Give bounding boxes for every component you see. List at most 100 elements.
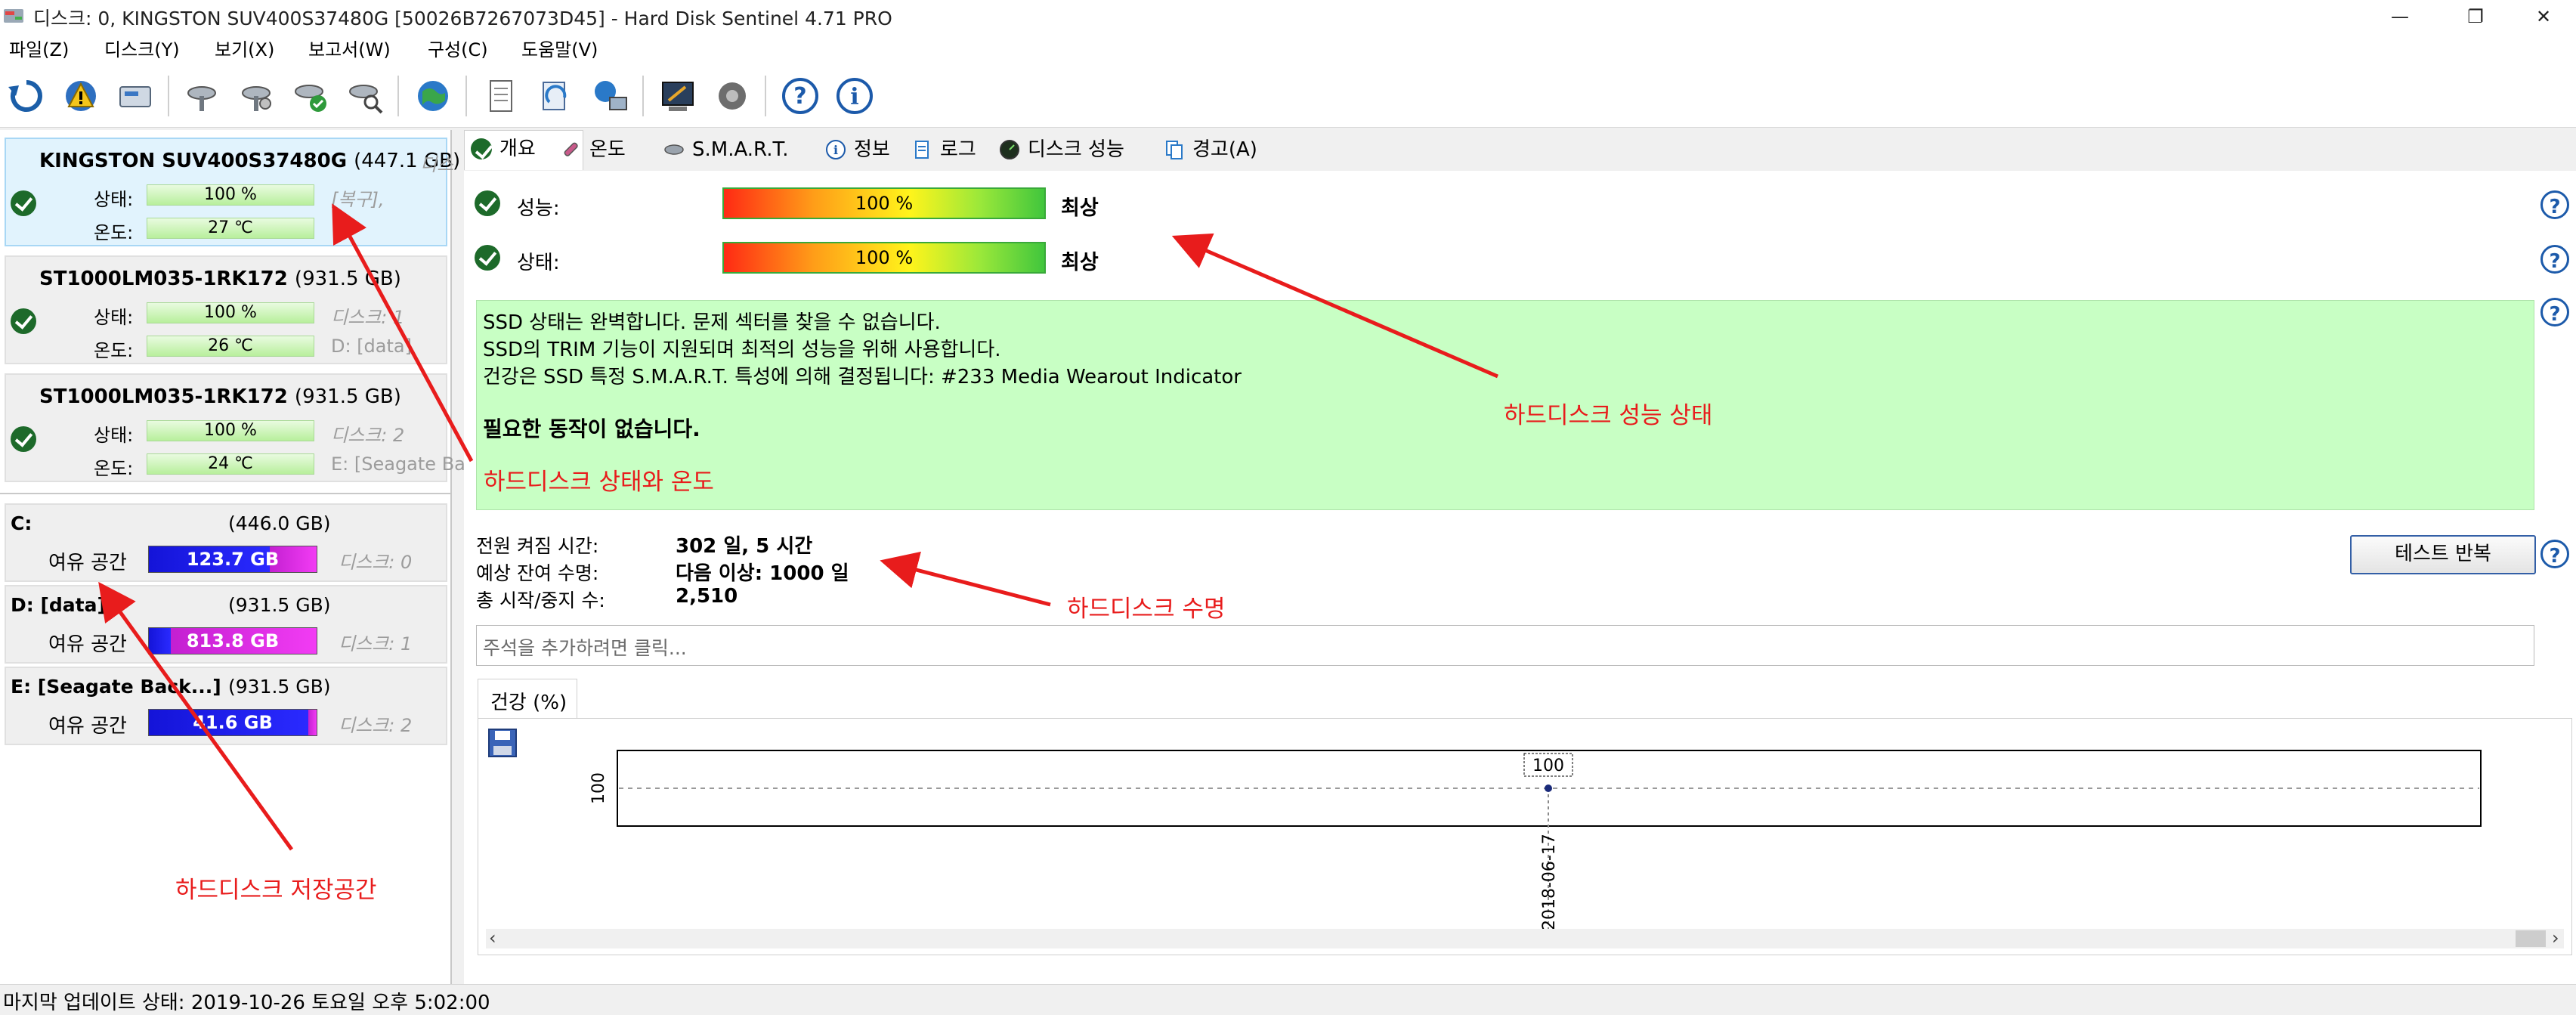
minimize-button[interactable]: — (2362, 0, 2438, 33)
sound-icon[interactable] (709, 73, 756, 119)
disk-card[interactable]: ST1000LM035-1RK172 (931.5 GB) 상태: 100 % … (5, 255, 447, 364)
settings-icon[interactable] (654, 73, 701, 119)
disk-note: 디스크: 2 (331, 425, 405, 446)
disk-name: ST1000LM035-1RK172 (39, 385, 288, 408)
repeat-test-button[interactable]: 테스트 반복 (2350, 535, 2536, 574)
volume-card[interactable]: C: (446.0 GB) 여유 공간 123.7 GB 디스크: 0 (5, 503, 447, 582)
chart-tab-health[interactable]: 건강 (%) (478, 679, 577, 719)
disk-tool-2-icon[interactable] (233, 73, 280, 119)
alert-update-icon[interactable] (57, 73, 104, 119)
health-help-icon[interactable]: ? (2540, 245, 2569, 274)
test-help-icon[interactable]: ? (2540, 540, 2569, 568)
disk-name: ST1000LM035-1RK172 (39, 268, 288, 290)
data-point (1545, 784, 1552, 792)
temp-label: 온도: (94, 340, 134, 361)
status-line: SSD 상태는 완벽합니다. 문제 섹터를 찾을 수 없습니다. (483, 311, 941, 334)
status-bar: 마지막 업데이트 상태: 2019-10-26 토요일 오후 5:02:00 (0, 984, 2576, 1014)
free-space-bar: 41.6 GB (148, 709, 317, 736)
menu-view[interactable]: 보기(X) (215, 33, 274, 67)
performance-rating: 최상 (1061, 197, 1099, 220)
left-panel: KINGSTON SUV400S37480G (447.1 GB) 디스 상태:… (0, 130, 465, 984)
disk-card[interactable]: ST1000LM035-1RK172 (931.5 GB) 상태: 100 % … (5, 373, 465, 482)
free-space-bar: 123.7 GB (148, 546, 317, 573)
performance-label: 성능: (517, 197, 560, 220)
info-icon: i (826, 140, 846, 159)
report-icon[interactable] (478, 73, 524, 119)
last-update-text: 마지막 업데이트 상태: 2019-10-26 토요일 오후 5:02:00 (3, 992, 490, 1014)
disk-info-icon[interactable] (112, 73, 159, 119)
annotation-performance: 하드디스크 성능 상태 (1504, 402, 1713, 429)
volume-disk-note: 디스크: 1 (339, 633, 413, 654)
free-space-label: 여유 공간 (48, 633, 127, 656)
x-tick-label: 2018-06-17 (1540, 834, 1559, 930)
divider (0, 493, 450, 494)
refresh-icon[interactable] (3, 73, 50, 119)
gauge-icon (1000, 140, 1019, 159)
status-label: 상태: (94, 425, 134, 446)
scroll-thumb[interactable] (2516, 930, 2546, 947)
svg-text:i: i (833, 143, 838, 157)
volume-name: C: (11, 512, 32, 534)
volume-size: (931.5 GB) (228, 676, 331, 698)
free-space-value: 123.7 GB (186, 549, 280, 570)
health-chart: 100 100 2018-06-17 (589, 750, 2482, 938)
restore-button[interactable]: ❐ (2438, 0, 2513, 33)
disk-check-icon[interactable] (287, 73, 334, 119)
menu-report[interactable]: 보고서(W) (308, 33, 391, 67)
status-line: SSD의 TRIM 기능이 지원되며 최적의 성능을 위해 사용합니다. (483, 339, 1001, 361)
temp-label: 온도: (94, 222, 134, 243)
warning-copy-icon (1166, 141, 1183, 159)
disk-card[interactable]: KINGSTON SUV400S37480G (447.1 GB) 디스 상태:… (5, 138, 460, 246)
partition-note: E: [Seagate Ba (331, 453, 465, 475)
comment-placeholder: 주석을 추가하려면 클릭... (483, 637, 687, 659)
annotation-lifetime: 하드디스크 수명 (1067, 596, 1226, 623)
partition-note: [복구], (331, 189, 385, 210)
volume-card[interactable]: E: [Seagate Back...] (931.5 GB) 여유 공간 41… (5, 667, 447, 745)
send-report-icon[interactable] (532, 73, 579, 119)
lifetime-value: 다음 이상: 1000 일 (676, 562, 849, 585)
menu-help[interactable]: 도움말(V) (521, 33, 598, 67)
scroll-left-icon[interactable]: ‹ (489, 927, 496, 948)
scroll-right-icon[interactable]: › (2552, 927, 2559, 948)
help-icon[interactable]: ? (777, 73, 824, 119)
volume-size: (446.0 GB) (228, 512, 331, 534)
free-space-label: 여유 공간 (48, 715, 127, 738)
info-icon[interactable]: i (831, 73, 878, 119)
horizontal-scrollbar[interactable]: ‹ › (486, 927, 2564, 948)
volume-size: (931.5 GB) (228, 594, 331, 616)
disk-tool-1-icon[interactable] (178, 73, 225, 119)
comment-input[interactable]: 주석을 추가하려면 클릭... (476, 625, 2534, 666)
web-icon[interactable] (410, 73, 456, 119)
performance-ok-icon (475, 190, 500, 216)
status-label: 상태: (94, 189, 134, 210)
network-icon[interactable] (586, 73, 633, 119)
status-ok-icon (11, 308, 36, 334)
menu-bar: 파일(Z) 디스크(Y) 보기(X) 보고서(W) 구성(C) 도움말(V) (0, 33, 2576, 67)
disk-search-icon[interactable] (342, 73, 388, 119)
free-space-bar: 813.8 GB (148, 627, 317, 654)
health-bar: 100 % (722, 242, 1046, 274)
health-label: 상태: (517, 252, 560, 274)
chart-tab-label: 건강 (%) (490, 692, 567, 714)
disk-size: (931.5 GB) (294, 268, 401, 290)
power-on-value: 302 일, 5 시간 (676, 535, 813, 558)
power-on-label: 전원 켜짐 시간: (476, 535, 599, 557)
status-help-icon[interactable]: ? (2540, 298, 2569, 326)
thermometer-icon (564, 142, 578, 156)
annotation-storage: 하드디스크 저장공간 (175, 877, 377, 904)
lifetime-label: 예상 잔여 수명: (476, 562, 599, 584)
window-title: 디스크: 0, KINGSTON SUV400S37480G [50026B72… (33, 8, 892, 29)
partition-note: D: [data] (331, 336, 412, 357)
performance-help-icon[interactable]: ? (2540, 190, 2569, 219)
app-icon (3, 6, 26, 26)
close-button[interactable]: ✕ (2506, 0, 2576, 33)
menu-file[interactable]: 파일(Z) (9, 33, 69, 67)
menu-disk[interactable]: 디스크(Y) (104, 33, 180, 67)
menu-config[interactable]: 구성(C) (428, 33, 488, 67)
disk-size: (931.5 GB) (294, 385, 401, 408)
tab-alerts[interactable]: 경고(A) (1158, 132, 1321, 168)
toolbar: ? i (0, 67, 2576, 128)
status-ok-icon (11, 190, 36, 216)
volume-card[interactable]: D: [data] (931.5 GB) 여유 공간 813.8 GB 디스크:… (5, 585, 447, 664)
volume-disk-note: 디스크: 0 (339, 552, 413, 573)
